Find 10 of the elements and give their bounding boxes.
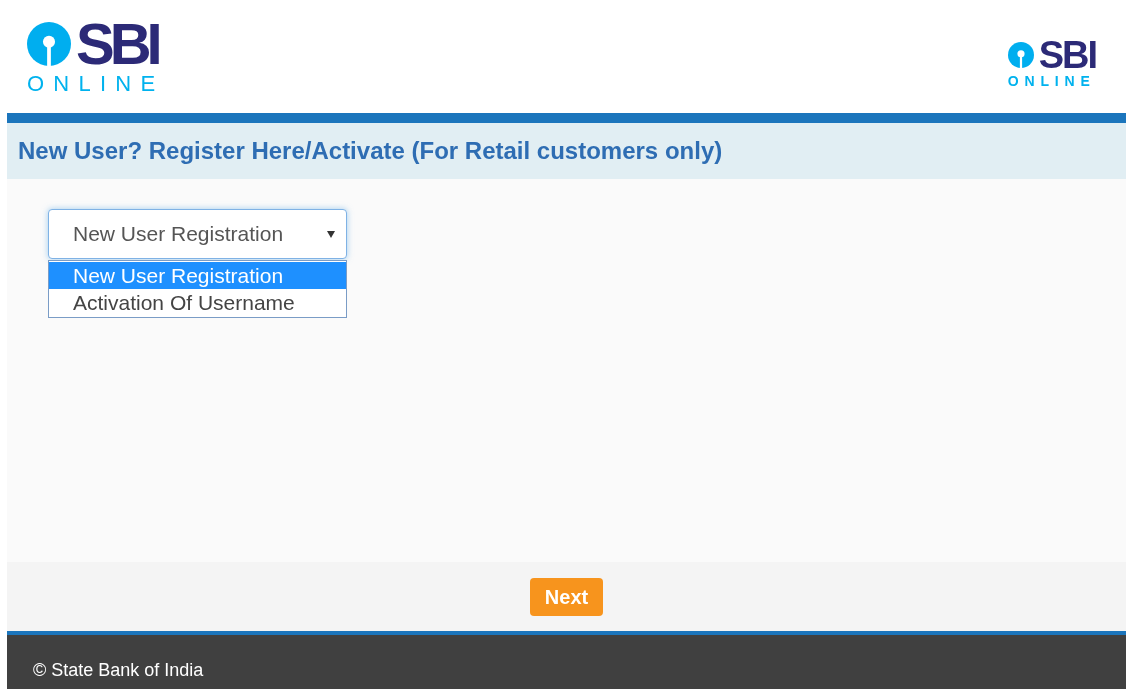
copyright-text: © State Bank of India — [33, 660, 204, 680]
keyhole-logo-icon — [27, 22, 71, 66]
caret-icon — [327, 230, 335, 238]
dropdown-select[interactable]: New User Registration — [48, 209, 347, 259]
logo-wordmark: SBI — [76, 21, 158, 67]
keyhole-logo-icon — [1007, 42, 1034, 68]
logo-tagline: ONLINE — [27, 73, 165, 95]
page-title: New User? Register Here/Activate (For Retail customers only) — [18, 136, 723, 166]
logo-tagline: ONLINE — [1007, 75, 1096, 88]
logo-wordmark: SBI — [1038, 39, 1096, 71]
